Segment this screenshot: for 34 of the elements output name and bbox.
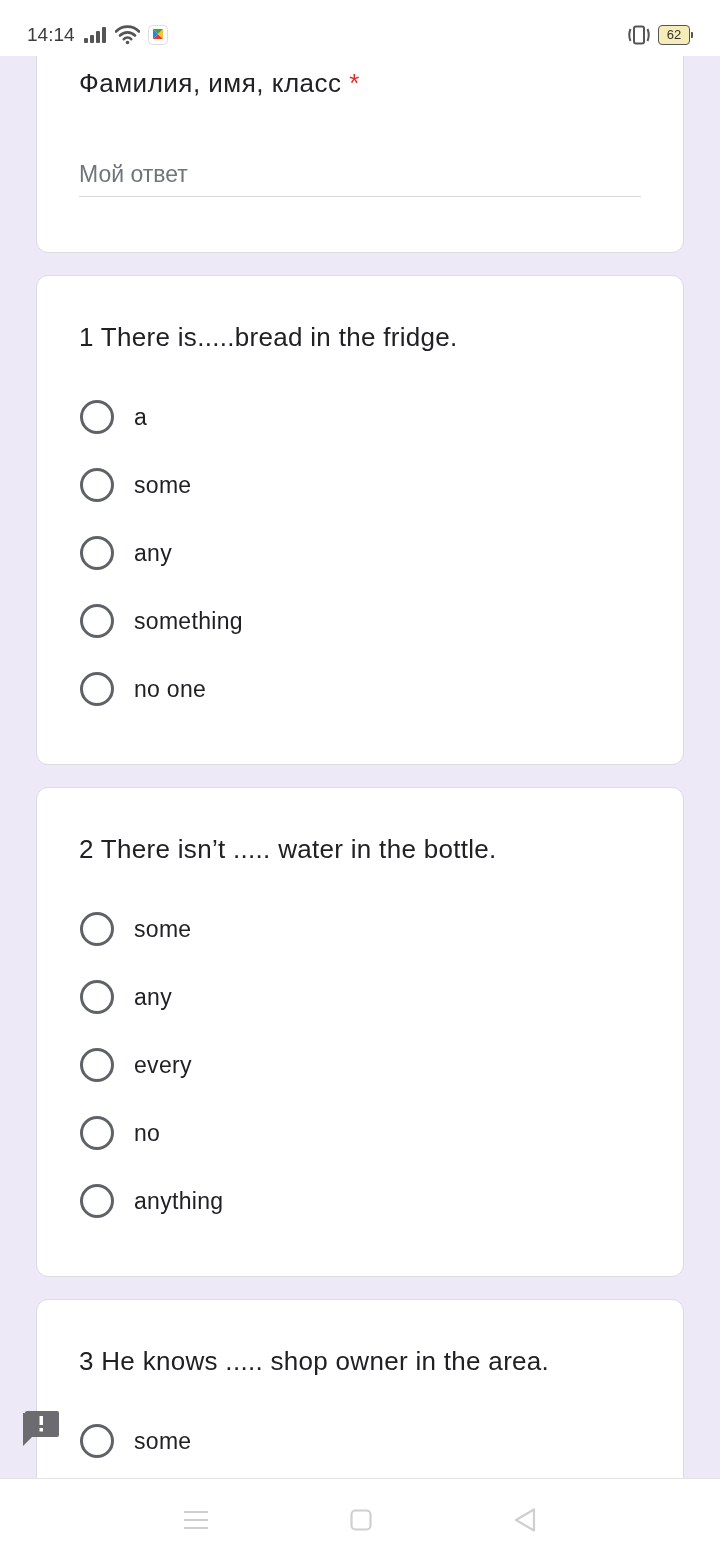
radio-button[interactable]: [80, 672, 114, 706]
signal-icon: [82, 26, 107, 44]
option-label: some: [134, 915, 192, 943]
option-label: any: [134, 539, 172, 567]
radio-button[interactable]: [80, 1116, 114, 1150]
radio-button[interactable]: [80, 980, 114, 1014]
option-label: something: [134, 607, 243, 635]
radio-button[interactable]: [80, 1048, 114, 1082]
option-label: any: [134, 983, 172, 1011]
radio-button[interactable]: [80, 536, 114, 570]
question-title: Фамилия, имя, класс *: [79, 68, 361, 98]
answer-field[interactable]: Мой ответ: [79, 153, 641, 197]
option-label: no one: [134, 675, 207, 703]
option-label: some: [134, 471, 192, 499]
radio-button[interactable]: [80, 400, 114, 434]
wifi-icon: [114, 25, 140, 45]
option-label: anything: [134, 1187, 224, 1215]
option-label: some: [134, 1427, 192, 1455]
status-time: 14:14: [27, 24, 75, 46]
battery-indicator: 62: [658, 25, 694, 45]
app-icon: [147, 25, 168, 45]
radio-button[interactable]: [80, 1184, 114, 1218]
feedback-alert-icon[interactable]: [23, 1411, 59, 1446]
radio-button[interactable]: [80, 468, 114, 502]
radio-button[interactable]: [80, 604, 114, 638]
option-label: a: [134, 403, 148, 431]
radio-button[interactable]: [80, 912, 114, 946]
option-label: no: [134, 1119, 161, 1147]
question-title: 3 He knows ..... shop owner in the area.: [79, 1346, 551, 1376]
question-title: 2 There isn’t ..... water in the bottle.: [79, 834, 498, 864]
vibrate-icon: [626, 25, 652, 45]
option-label: every: [134, 1051, 192, 1079]
question-title: 1 There is.....bread in the fridge.: [79, 322, 459, 352]
radio-button[interactable]: [80, 1424, 114, 1458]
